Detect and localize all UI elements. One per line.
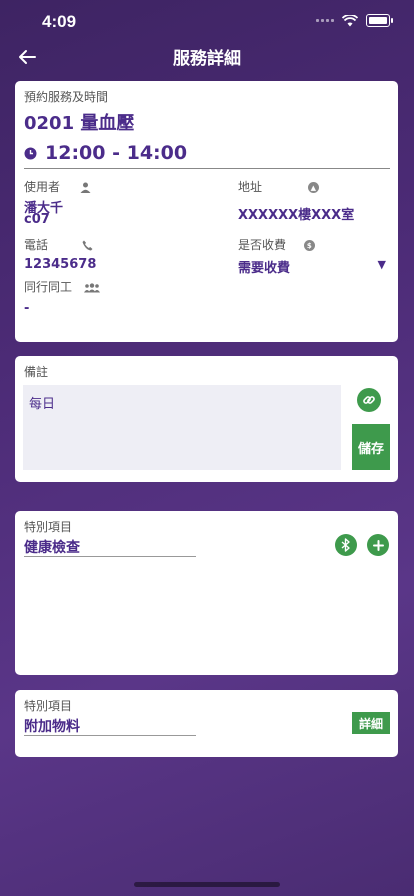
nav-bar: 服務詳細 — [0, 40, 414, 76]
user-label: 使用者 — [24, 180, 61, 194]
status-icons — [316, 14, 393, 27]
special-item-value-1: 健康檢查 — [24, 540, 80, 556]
group-icon — [83, 282, 100, 292]
special-item-card-2: 特別項目 附加物料 詳細 — [15, 690, 398, 757]
location-icon: ▲ — [307, 182, 319, 193]
person-icon — [80, 182, 91, 193]
remarks-card: 備註 每日 儲存 — [15, 356, 398, 482]
add-button[interactable] — [367, 534, 389, 556]
address-label-row: 地址 ▲ — [238, 178, 319, 195]
service-time: 12:00 - 14:00 — [45, 142, 188, 164]
special-item-label-2: 特別項目 — [24, 699, 73, 713]
plus-icon — [372, 539, 384, 551]
companion-value: - — [24, 301, 30, 316]
divider — [24, 168, 390, 169]
status-time: 4:09 — [42, 12, 77, 31]
special-item-field-1[interactable]: 健康檢查 — [24, 537, 196, 557]
companion-label: 同行同工 — [24, 280, 73, 294]
save-label: 儲存 — [357, 441, 384, 457]
remarks-textarea[interactable]: 每日 — [23, 385, 341, 470]
home-indicator — [134, 882, 280, 887]
detail-label: 詳細 — [358, 716, 383, 731]
special-item-value-2: 附加物料 — [24, 719, 80, 735]
phone-value[interactable]: 12345678 — [24, 257, 96, 272]
status-bar: 4:09 — [0, 0, 414, 40]
special-item-field-2[interactable]: 附加物料 — [24, 716, 196, 736]
special-item-label-1: 特別項目 — [24, 520, 73, 534]
companion-label-row: 同行同工 — [24, 278, 100, 295]
remarks-text: 每日 — [29, 397, 56, 412]
clock-icon — [24, 147, 37, 159]
special-item-card-1: 特別項目 健康檢查 — [15, 511, 398, 675]
user-label-row: 使用者 — [24, 178, 91, 195]
user-code: c07 — [24, 212, 50, 227]
remarks-label: 備註 — [24, 365, 49, 379]
bluetooth-button[interactable] — [335, 534, 357, 556]
battery-icon — [366, 14, 393, 27]
dropdown-arrow-icon: ▼ — [377, 258, 386, 271]
bluetooth-icon — [341, 538, 350, 552]
link-button[interactable] — [357, 388, 381, 412]
address-value: XXXXXX樓XXX室 — [238, 208, 355, 223]
link-icon — [363, 396, 375, 404]
charge-label-row: 是否收費 $ — [238, 236, 315, 253]
service-time-row: 12:00 - 14:00 — [24, 142, 187, 164]
service-title: 0201 量血壓 — [24, 109, 134, 135]
phone-icon — [82, 240, 93, 251]
phone-label: 電話 — [24, 238, 49, 252]
service-section-label: 預約服務及時間 — [24, 90, 109, 104]
dollar-icon: $ — [303, 240, 315, 251]
service-code: 0201 — [24, 113, 75, 134]
save-button[interactable]: 儲存 — [352, 424, 390, 470]
charge-value: 需要收費 — [238, 261, 291, 276]
signal-icon — [316, 19, 334, 22]
charge-label: 是否收費 — [238, 238, 287, 252]
charge-select[interactable]: 需要收費 ▼ — [238, 257, 386, 276]
service-name: 量血壓 — [80, 113, 135, 134]
service-card: 預約服務及時間 0201 量血壓 12:00 - 14:00 使用者 潘大千 c… — [15, 81, 398, 342]
wifi-icon — [342, 14, 358, 26]
address-label: 地址 — [238, 180, 263, 194]
page-title: 服務詳細 — [173, 49, 241, 69]
detail-button[interactable]: 詳細 — [352, 712, 390, 734]
phone-label-row: 電話 — [24, 236, 93, 253]
